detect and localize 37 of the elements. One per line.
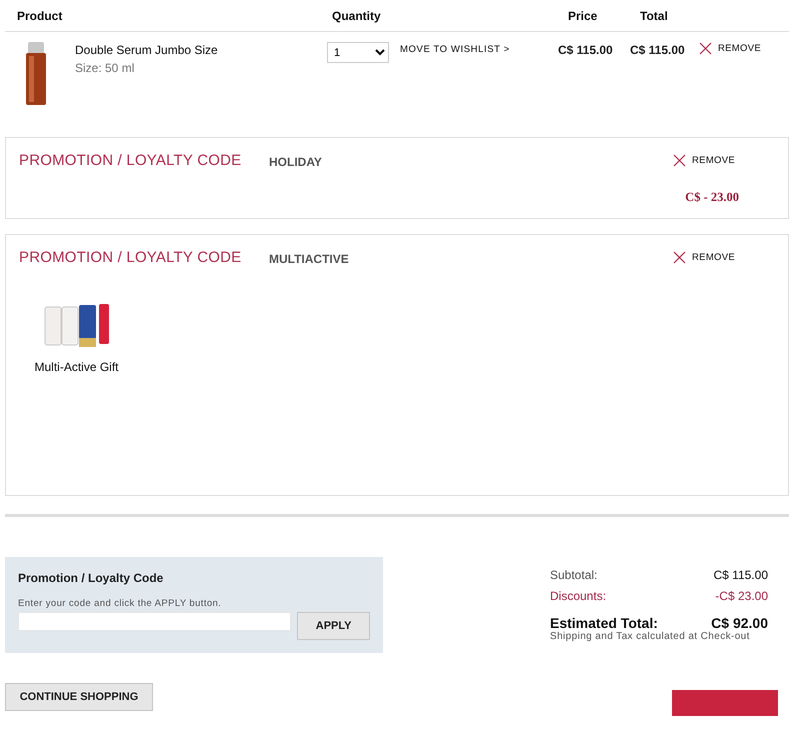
summary-label: Estimated Total: — [550, 615, 658, 631]
discount-amount: C$ - 23.00 — [685, 190, 739, 205]
remove-button[interactable]: REMOVE — [673, 154, 735, 167]
promo-label: PROMOTION / LOYALTY CODE — [19, 152, 242, 169]
move-to-wishlist-link[interactable]: MOVE TO WISHLIST > — [400, 43, 510, 56]
promo-code: MULTIACTIVE — [269, 252, 349, 266]
close-icon — [673, 251, 686, 264]
close-icon — [673, 154, 686, 167]
column-header: Total — [639, 8, 669, 22]
summary-label: Subtotal: — [550, 568, 598, 582]
column-header: Price — [567, 8, 598, 22]
remove-button[interactable]: REMOVE — [699, 42, 789, 55]
product-size: Size: 50 ml — [75, 61, 136, 75]
summary-label: Discounts: — [550, 589, 606, 603]
quantity-select[interactable]: 1 — [327, 42, 389, 63]
promo-code-input[interactable] — [18, 612, 292, 631]
item-total: C$ 115.00 — [629, 43, 686, 57]
item-price: C$ 115.00 — [557, 43, 614, 57]
panel-title: Promotion / Loyalty Code — [18, 571, 164, 585]
product-name[interactable]: Double Serum Jumbo Size — [75, 43, 218, 57]
summary-value: C$ 92.00 — [711, 615, 768, 631]
gift-name: Multi-Active Gift — [34, 360, 118, 374]
column-header: Product — [16, 8, 64, 22]
close-icon — [699, 42, 712, 55]
shipping-note: Shipping and Tax calculated at Check-out — [550, 631, 751, 642]
action-button[interactable] — [672, 690, 778, 716]
cosmetic-tubes-drawing — [42, 304, 110, 348]
panel-hint: Enter your code and click the APPLY button. — [18, 598, 222, 609]
apply-button[interactable]: APPLY — [297, 612, 370, 640]
summary-value: C$ 115.00 — [714, 568, 768, 582]
summary-value: -C$ 23.00 — [715, 589, 768, 603]
continue-shopping-button[interactable]: CONTINUE SHOPPING — [5, 683, 153, 711]
promo-code: HOLIDAY — [269, 155, 322, 169]
promo-label: PROMOTION / LOYALTY CODE — [19, 249, 242, 266]
remove-button[interactable]: REMOVE — [673, 251, 735, 264]
serum-bottle-drawing — [25, 42, 47, 106]
column-header: Quantity — [331, 8, 382, 22]
